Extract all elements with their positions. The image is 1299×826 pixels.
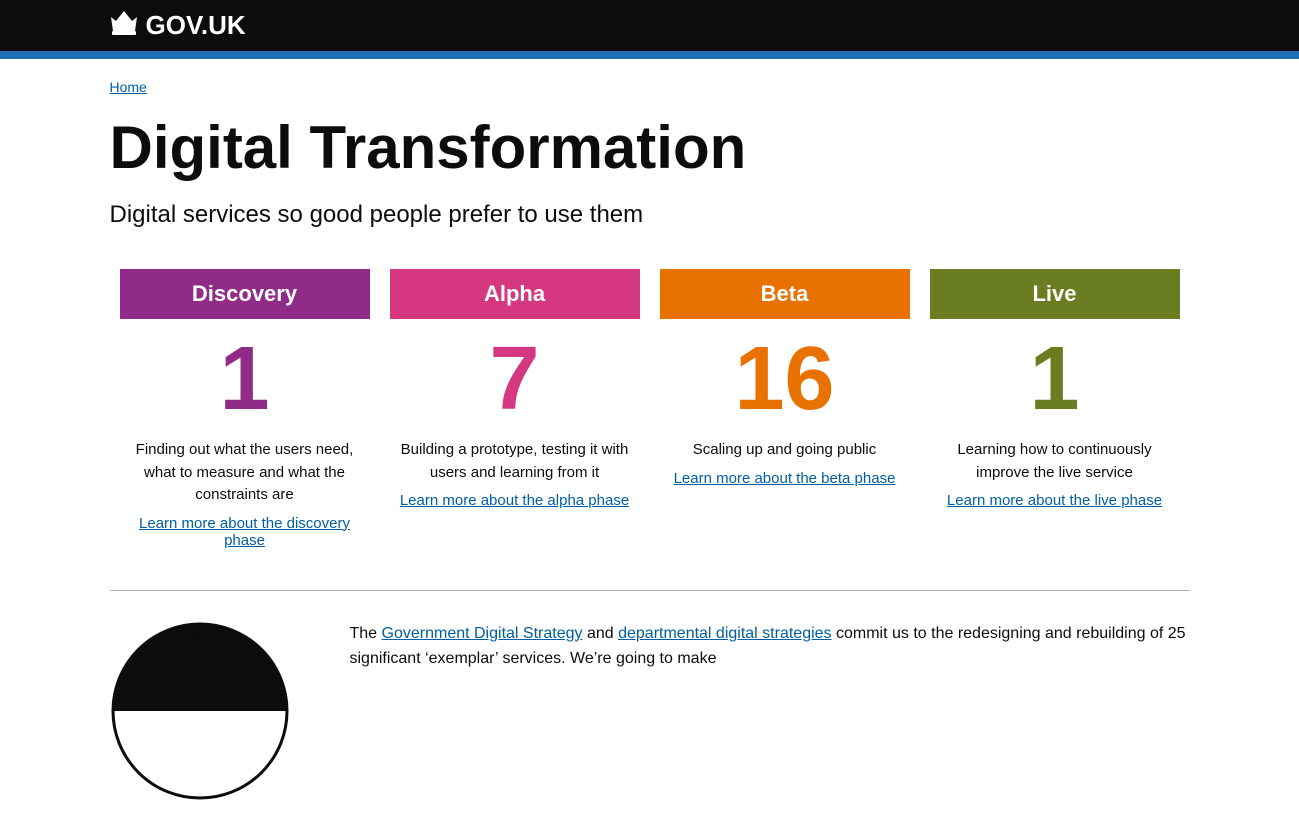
- phase-col-discovery: Discovery 1 Finding out what the users n…: [110, 269, 380, 550]
- phase-col-alpha: Alpha 7 Building a prototype, testing it…: [380, 269, 650, 550]
- bottom-description: The Government Digital Strategy and depa…: [350, 621, 1190, 672]
- phase-number-beta: 16: [660, 334, 910, 424]
- phase-col-beta: Beta 16 Scaling up and going public Lear…: [650, 269, 920, 550]
- phase-label-beta: Beta: [660, 269, 910, 319]
- crown-icon: [110, 11, 138, 41]
- site-header: GOV.UK: [0, 0, 1299, 51]
- main-content: Home Digital Transformation Digital serv…: [80, 59, 1220, 826]
- phase-link-live[interactable]: Learn more about the live phase: [947, 492, 1162, 509]
- phase-desc-alpha: Building a prototype, testing it with us…: [390, 439, 640, 484]
- phase-link-beta[interactable]: Learn more about the beta phase: [674, 470, 896, 487]
- breadcrumb-home-link[interactable]: Home: [110, 79, 147, 95]
- phase-desc-live: Learning how to continuously improve the…: [930, 439, 1180, 484]
- phases-grid: Discovery 1 Finding out what the users n…: [110, 269, 1190, 550]
- breadcrumb: Home: [110, 79, 1190, 95]
- gds-strategy-link[interactable]: Government Digital Strategy: [382, 625, 583, 642]
- phase-label-live: Live: [930, 269, 1180, 319]
- phase-number-live: 1: [930, 334, 1180, 424]
- phase-link-alpha[interactable]: Learn more about the alpha phase: [400, 492, 629, 509]
- bottom-section: TRANSFORMATION The Government Digital St…: [110, 621, 1190, 806]
- phase-label-discovery: Discovery: [120, 269, 370, 319]
- blue-bar: [0, 51, 1299, 59]
- gov-uk-text: GOV.UK: [146, 10, 246, 41]
- gov-uk-logo[interactable]: GOV.UK: [110, 10, 246, 41]
- departmental-strategy-link[interactable]: departmental digital strategies: [618, 625, 831, 642]
- page-title: Digital Transformation: [110, 115, 1190, 181]
- phase-desc-discovery: Finding out what the users need, what to…: [120, 439, 370, 507]
- phase-link-discovery[interactable]: Learn more about the discovery phase: [120, 515, 370, 549]
- phase-label-alpha: Alpha: [390, 269, 640, 319]
- section-divider: [110, 590, 1190, 591]
- page-subtitle: Digital services so good people prefer t…: [110, 201, 1190, 229]
- bottom-text-prefix: The: [350, 625, 382, 642]
- phase-number-alpha: 7: [390, 334, 640, 424]
- phase-number-discovery: 1: [120, 334, 370, 424]
- phase-col-live: Live 1 Learning how to continuously impr…: [920, 269, 1190, 550]
- transformation-logo: TRANSFORMATION: [110, 621, 310, 806]
- bottom-text-and: and: [583, 625, 619, 642]
- phase-desc-beta: Scaling up and going public: [660, 439, 910, 462]
